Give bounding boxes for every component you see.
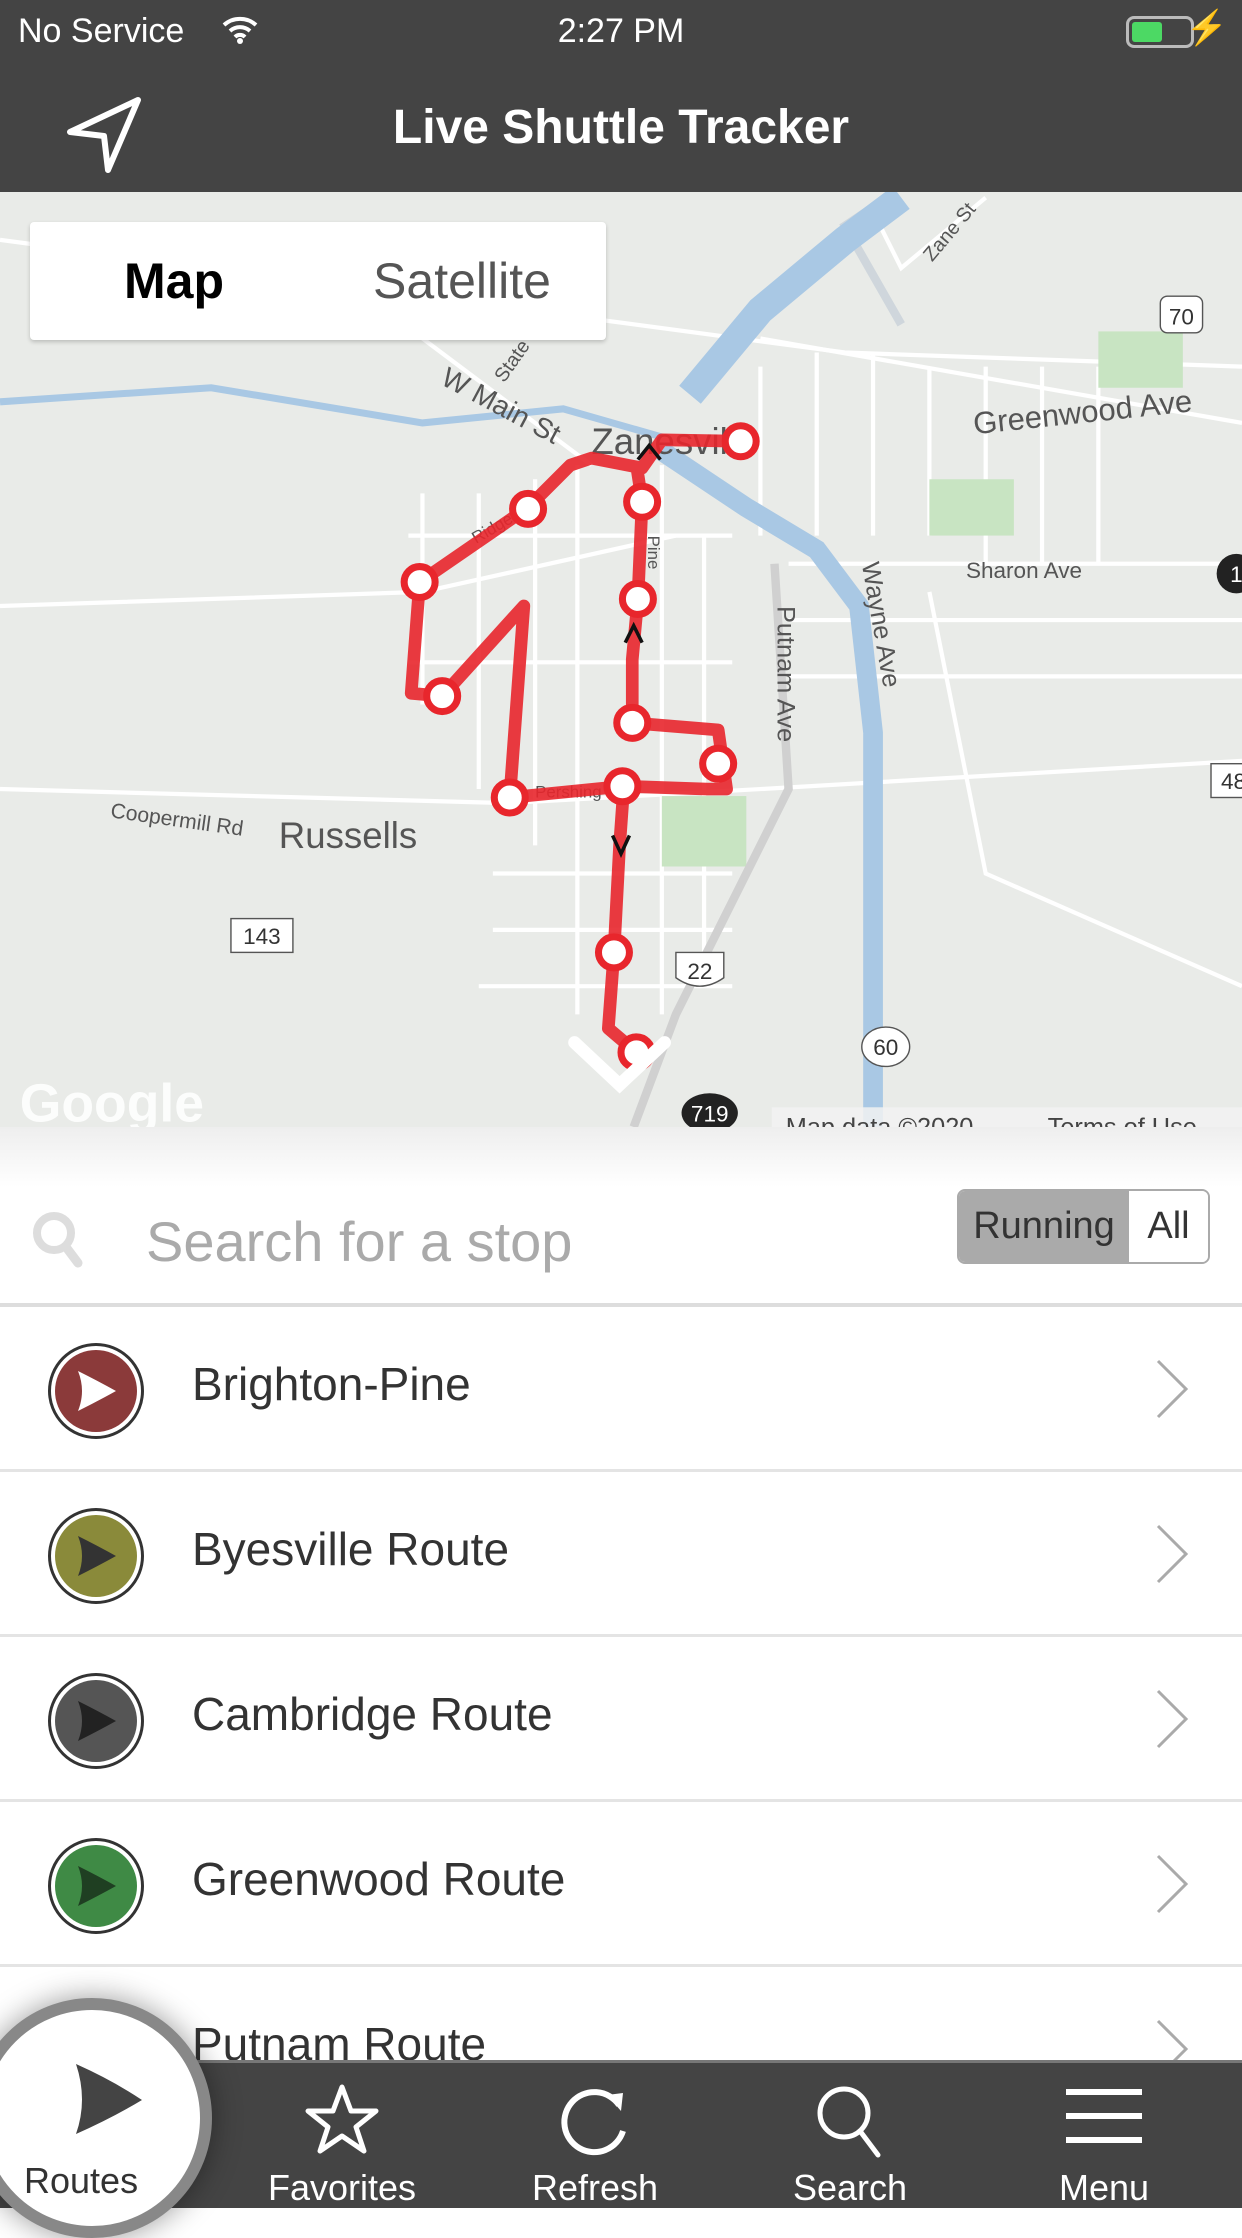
- tab-refresh[interactable]: Refresh: [505, 2063, 685, 2211]
- map-label-putnam: Putnam Ave: [771, 606, 799, 742]
- stop-marker[interactable]: [613, 703, 652, 742]
- nav-header: Live Shuttle Tracker: [0, 70, 1242, 192]
- map-type-satellite[interactable]: Satellite: [318, 222, 606, 340]
- map-attribution: Map data ©2020: [786, 1113, 974, 1127]
- tab-search[interactable]: Search: [760, 2063, 940, 2211]
- map-type-control: Map Satellite: [30, 222, 606, 340]
- charging-icon: ⚡: [1185, 9, 1228, 47]
- svg-text:719: 719: [691, 1101, 729, 1126]
- running-filter-toggle: Running All: [957, 1189, 1210, 1264]
- page-title: Live Shuttle Tracker: [392, 101, 850, 154]
- stop-search-bar: Search for a stop Running All: [0, 1127, 1242, 1307]
- route-icon: [48, 1508, 144, 1604]
- route-icon: [48, 1343, 144, 1439]
- svg-text:22: 22: [687, 959, 712, 984]
- route-row[interactable]: Brighton-Pine: [0, 1307, 1242, 1472]
- highway-shield-48: 48: [1210, 762, 1242, 799]
- highway-shield-70: 70: [1159, 295, 1204, 334]
- stop-marker[interactable]: [603, 767, 642, 806]
- svg-text:70: 70: [1169, 304, 1194, 329]
- route-icon: [48, 1838, 144, 1934]
- route-row[interactable]: Cambridge Route: [0, 1637, 1242, 1802]
- battery-icon: [1126, 16, 1194, 48]
- stop-marker[interactable]: [400, 563, 439, 602]
- route-name: Cambridge Route: [192, 1688, 553, 1740]
- menu-icon: [1066, 2089, 1142, 2143]
- status-bar: No Service 2:27 PM ⚡: [0, 0, 1242, 70]
- route-name: Brighton-Pine: [192, 1358, 471, 1410]
- route-row[interactable]: Greenwood Route: [0, 1802, 1242, 1967]
- svg-text:48: 48: [1221, 769, 1242, 794]
- highway-shield-143: 143: [230, 917, 294, 954]
- svg-text:60: 60: [873, 1035, 898, 1060]
- stop-marker[interactable]: [423, 677, 462, 716]
- map-view[interactable]: Zanesville Greenwood Ave Sharon Ave Putn…: [0, 192, 1242, 1127]
- stop-marker[interactable]: [509, 489, 548, 528]
- highway-shield-60: 60: [861, 1026, 911, 1068]
- stop-marker[interactable]: [623, 482, 662, 521]
- stop-marker[interactable]: [618, 579, 657, 618]
- stop-marker[interactable]: [594, 933, 633, 972]
- filter-running[interactable]: Running: [959, 1191, 1129, 1262]
- chevron-right-icon: [1156, 1689, 1189, 1749]
- route-icon: [48, 1673, 144, 1769]
- svg-text:1: 1: [1230, 562, 1242, 587]
- map-label-sharon: Sharon Ave: [966, 558, 1082, 583]
- search-icon: [817, 2086, 881, 2158]
- chevron-right-icon: [1156, 1359, 1189, 1419]
- route-arrow-icon: [76, 2064, 142, 2134]
- search-icon: [33, 1212, 83, 1268]
- star-icon: [305, 2084, 379, 2154]
- filter-all[interactable]: All: [1129, 1191, 1208, 1262]
- refresh-icon: [561, 2089, 626, 2156]
- stop-marker[interactable]: [721, 422, 760, 461]
- stop-marker[interactable]: [490, 778, 529, 817]
- terms-link[interactable]: Terms of Use: [1048, 1113, 1197, 1127]
- clock: 2:27 PM: [557, 12, 685, 50]
- map-type-map[interactable]: Map: [30, 222, 318, 340]
- route-name: Byesville Route: [192, 1523, 510, 1575]
- tab-favorites[interactable]: Favorites: [252, 2063, 432, 2211]
- chevron-right-icon: [1156, 1854, 1189, 1914]
- route-row[interactable]: Byesville Route: [0, 1472, 1242, 1637]
- google-logo: Google: [20, 1074, 204, 1127]
- highway-shield-22: 22: [675, 951, 725, 987]
- tab-menu[interactable]: Menu: [1014, 2063, 1194, 2211]
- chevron-right-icon: [1156, 1524, 1189, 1584]
- svg-text:143: 143: [243, 924, 281, 949]
- route-name: Greenwood Route: [192, 1853, 566, 1905]
- search-input[interactable]: Search for a stop: [146, 1209, 572, 1274]
- map-label-russells: Russells: [279, 815, 417, 856]
- stop-marker[interactable]: [699, 744, 738, 783]
